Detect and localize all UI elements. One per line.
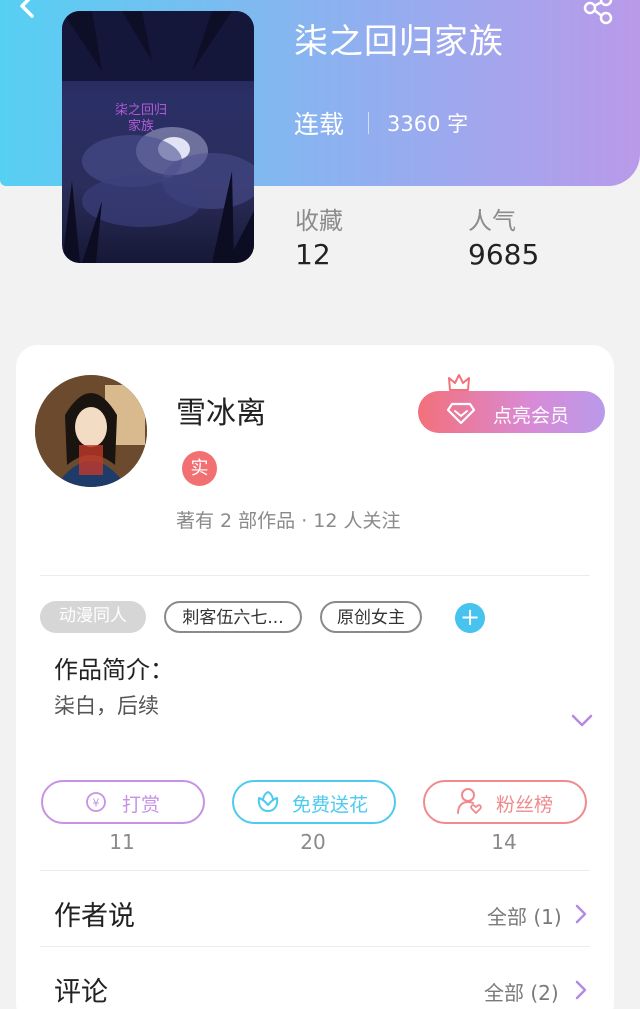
popularity-value: 9685 (468, 238, 540, 271)
share-icon (583, 0, 613, 25)
word-count: 3360 字 (387, 112, 469, 136)
author-says-all-link[interactable]: 全部 (1) (487, 901, 562, 930)
intro-label: 作品简介： (54, 656, 174, 684)
share-button[interactable] (578, 0, 618, 30)
svg-text:¥: ¥ (93, 797, 100, 810)
author-says-title: 作者说 (54, 901, 135, 932)
yen-coin-icon: ¥ (86, 792, 106, 812)
send-flower-label: 免费送花 (292, 794, 369, 816)
fan-ranking-label: 粉丝榜 (496, 794, 554, 816)
favorites-value: 12 (295, 238, 331, 271)
divider (40, 870, 590, 871)
flower-count: 20 (300, 830, 326, 854)
comments-all-link[interactable]: 全部 (2) (484, 977, 559, 1006)
avatar-portrait (35, 375, 147, 487)
book-cover[interactable]: 柒之回归 家族 (62, 11, 254, 263)
status-divider (368, 112, 369, 134)
serial-status: 连载 (294, 110, 345, 139)
author-avatar[interactable] (35, 375, 147, 487)
book-title: 柒之回归家族 (294, 22, 504, 62)
flower-icon (257, 790, 279, 812)
chevron-down-icon[interactable] (570, 710, 594, 730)
cover-title-line2: 家族 (127, 119, 154, 134)
comments-title: 评论 (54, 977, 108, 1008)
tag-anime-fanfic[interactable]: 动漫同人 (40, 601, 146, 633)
author-name[interactable]: 雪冰离 (176, 388, 266, 432)
divider (40, 946, 590, 947)
back-arrow-icon (20, 0, 34, 18)
add-tag-button[interactable]: + (455, 603, 485, 633)
favorites-label: 收藏 (295, 207, 343, 235)
popularity-label: 人气 (468, 207, 516, 235)
diamond-icon (446, 402, 476, 425)
cover-title: 柒之回归 家族 (62, 103, 220, 135)
intro-text: 柒白，后续 (54, 694, 159, 718)
fan-ranking-count: 14 (491, 830, 517, 854)
reward-count: 11 (109, 830, 135, 854)
cover-title-line1: 柒之回归 (114, 103, 167, 118)
vip-button-label: 点亮会员 (493, 405, 570, 427)
verified-badge: 实 (182, 451, 217, 486)
cover-artwork (62, 11, 254, 263)
chevron-right-icon[interactable] (574, 979, 588, 1001)
reward-label: 打赏 (122, 794, 161, 816)
divider (40, 575, 590, 576)
user-heart-icon (457, 788, 482, 814)
author-meta: 著有 2 部作品 · 12 人关注 (176, 510, 401, 532)
back-button[interactable] (10, 0, 44, 26)
chevron-right-icon[interactable] (574, 903, 588, 925)
tag-assassin[interactable]: 刺客伍六七... (164, 601, 302, 633)
tag-original-heroine[interactable]: 原创女主 (320, 601, 422, 633)
